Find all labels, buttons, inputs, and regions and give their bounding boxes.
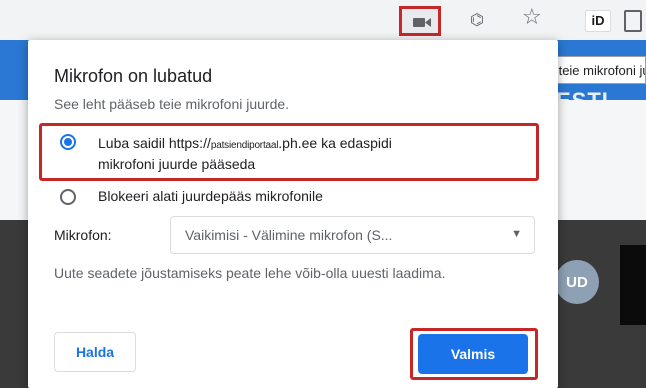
popup-subtitle: See leht pääseb teie mikrofoni juurde.	[54, 96, 290, 112]
page-icon[interactable]	[624, 10, 642, 32]
allow-radio[interactable]	[60, 134, 76, 150]
allow-url-host: patsiendiportaal	[210, 140, 279, 151]
browser-toolbar: ⌬ ☆ iD	[0, 0, 646, 40]
camera-indicator-button[interactable]	[399, 6, 441, 36]
dark-panel	[620, 245, 646, 325]
done-button[interactable]: Valmis	[418, 334, 528, 374]
dropdown-arrow-icon: ▼	[511, 228, 522, 240]
translate-icon[interactable]: ⌬	[470, 10, 484, 30]
microphone-label: Mikrofon:	[54, 227, 112, 243]
microphone-select[interactable]: Vaikimisi - Välimine mikrofon (S... ▼	[170, 216, 535, 254]
block-radio[interactable]	[60, 189, 76, 205]
video-camera-icon	[413, 18, 431, 27]
manage-button[interactable]: Halda	[54, 332, 136, 372]
microphone-selected-value: Vaikimisi - Välimine mikrofon (S...	[185, 227, 393, 243]
star-icon[interactable]: ☆	[522, 6, 542, 28]
allow-option-label[interactable]: Luba saidil https://patsiendiportaal.ph.…	[98, 134, 538, 174]
reload-notice: Uute seadete jõustamiseks peate lehe või…	[54, 265, 446, 281]
extension-id-icon[interactable]: iD	[585, 10, 611, 32]
popup-title: Mikrofon on lubatud	[54, 66, 213, 86]
allow-line2: mikrofoni juurde pääseda	[98, 156, 256, 172]
allow-prefix: Luba saidil https://	[98, 135, 211, 151]
avatar[interactable]: UD	[555, 260, 599, 304]
microphone-permission-popup: Mikrofon on lubatud See leht pääseb teie…	[28, 40, 558, 388]
block-option-label[interactable]: Blokeeri alati juurdepääs mikrofonile	[98, 188, 323, 204]
allow-suffix: .ph.ee ka edaspidi	[278, 135, 392, 151]
